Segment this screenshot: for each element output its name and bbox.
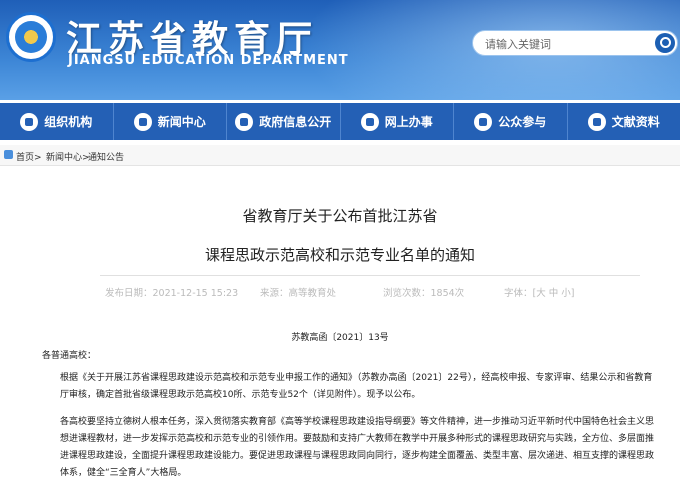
document-icon [587, 112, 606, 131]
nav-label: 网上办事 [384, 115, 433, 129]
breadcrumb-separator: > [34, 153, 42, 163]
org-icon [20, 112, 39, 131]
article-source: 来源：高等教育处 [260, 288, 337, 299]
publish-time: 发布日期：2021-12-15 15:23 [105, 288, 239, 299]
site-subtitle: JIANGSU EDUCATION DEPARTMENT [68, 53, 349, 68]
nav-label: 文献资料 [611, 115, 660, 129]
news-icon [133, 112, 152, 131]
logo-icon[interactable] [6, 12, 56, 62]
search-icon[interactable] [655, 33, 675, 53]
search-box[interactable]: 请输入关键词 [472, 30, 678, 56]
nav-label: 政府信息公开 [259, 115, 332, 129]
article-greeting: 各普通高校： [42, 351, 97, 361]
title-divider [100, 275, 640, 276]
article-title-line2: 课程思政示范高校和示范专业名单的通知 [204, 246, 475, 264]
document-number: 苏教高函〔2021〕13号 [291, 333, 389, 343]
breadcrumb-home-label[interactable]: 首页 [16, 153, 34, 163]
online-service-icon [360, 112, 379, 131]
nav-item-docs[interactable]: 文献资料 [568, 103, 680, 140]
breadcrumb-notice[interactable]: 通知公告 [88, 150, 124, 163]
public-icon [474, 112, 493, 131]
breadcrumb-news[interactable]: 新闻中心> [46, 150, 90, 163]
nav-item-gov-info[interactable]: 政府信息公开 [227, 103, 341, 140]
breadcrumb-news-label[interactable]: 新闻中心 [46, 153, 82, 163]
breadcrumb: 首页> 新闻中心> 通知公告 [0, 145, 680, 166]
home-icon [4, 150, 13, 159]
main-nav: 组织机构 新闻中心 政府信息公开 网上办事 公众参与 文献资料 [0, 103, 680, 140]
search-input[interactable]: 请输入关键词 [485, 36, 551, 52]
nav-item-org[interactable]: 组织机构 [0, 103, 114, 140]
nav-label: 组织机构 [44, 115, 93, 129]
article-title-line1: 省教育厅关于公布首批江苏省 [242, 207, 438, 225]
article-paragraph-1: 根据《关于开展江苏省课程思政建设示范高校和示范专业申报工作的通知》（苏教办高函〔… [60, 373, 653, 400]
nav-item-public[interactable]: 公众参与 [454, 103, 568, 140]
view-count: 浏览次数：1854次 [383, 288, 465, 299]
gov-info-icon [235, 112, 254, 131]
font-size-control[interactable]: 字体：[大 中 小] [504, 285, 574, 299]
logo-emblem [15, 21, 47, 53]
breadcrumb-home[interactable]: 首页> [16, 150, 42, 163]
nav-item-online[interactable]: 网上办事 [341, 103, 454, 140]
nav-label: 新闻中心 [157, 115, 206, 129]
site-header: 江苏省教育厅 JIANGSU EDUCATION DEPARTMENT 请输入关… [0, 0, 680, 100]
nav-label: 公众参与 [498, 115, 547, 129]
nav-item-news[interactable]: 新闻中心 [114, 103, 227, 140]
article-paragraph-2: 各高校要坚持立德树人根本任务，深入贯彻落实教育部《高等学校课程思政建设指导纲要》… [60, 417, 655, 478]
